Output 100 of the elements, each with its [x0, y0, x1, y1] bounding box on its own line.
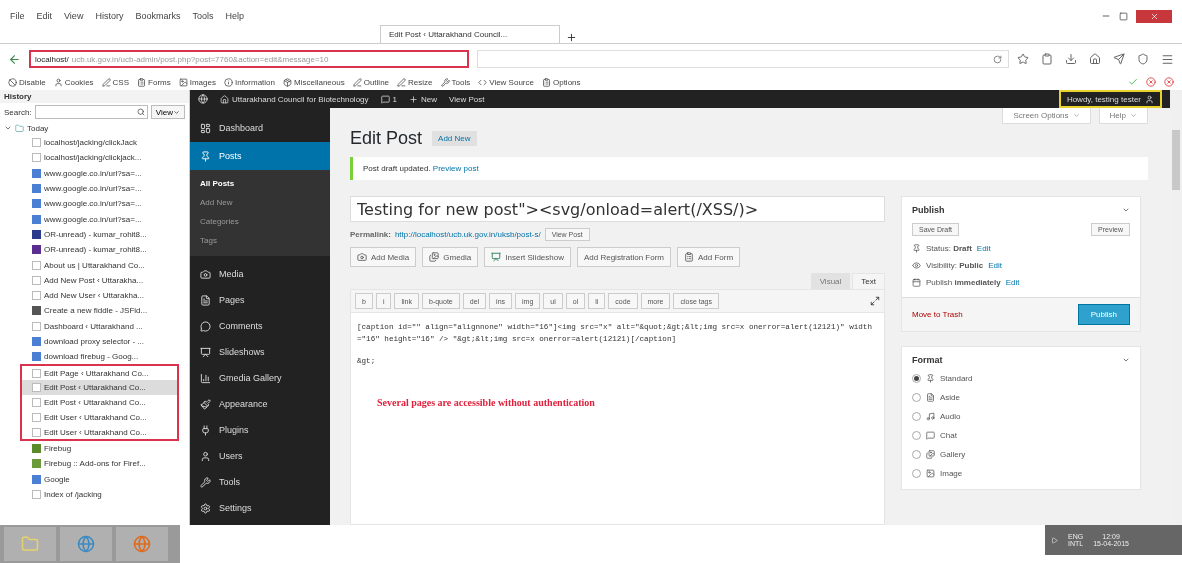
visited-page-link[interactable]: www.google.co.in/url?sa=...: [20, 211, 179, 227]
editor-tab[interactable]: Text: [852, 273, 885, 289]
visited-page-link[interactable]: OR-unread) - kumar_rohit8...: [20, 242, 179, 258]
view-button[interactable]: View: [150, 105, 185, 119]
screen-options-tab[interactable]: Screen Options: [1002, 108, 1091, 124]
browser-tab[interactable]: Edit Post ‹ Uttarakhand Council...: [380, 25, 560, 43]
subnav-item[interactable]: Add New: [190, 193, 330, 212]
media-button[interactable]: Add Form: [677, 247, 741, 267]
edit-link[interactable]: Edit: [976, 244, 991, 253]
close-button[interactable]: [1136, 9, 1172, 23]
menu-item[interactable]: Bookmarks: [135, 11, 181, 21]
shield-icon[interactable]: [1137, 53, 1149, 65]
subnav-item[interactable]: Tags: [190, 231, 330, 250]
subnav-item[interactable]: All Posts: [190, 174, 330, 193]
visited-page-link[interactable]: www.google.co.in/url?sa=...: [20, 165, 179, 181]
menu-item[interactable]: Edit: [36, 11, 53, 21]
maximize-icon[interactable]: [1119, 11, 1128, 21]
nav-item[interactable]: Tools: [190, 470, 330, 494]
edit-link[interactable]: Edit: [1005, 278, 1020, 287]
toolbar-menu[interactable]: CSS: [101, 77, 130, 87]
preview-link[interactable]: Preview post: [432, 164, 479, 173]
expanded-icon[interactable]: [4, 124, 12, 132]
visited-page-link[interactable]: localhost/jacking/clickJack: [20, 135, 179, 151]
address-field[interactable]: localhost/ ucb.uk.gov.in/ucb-admin/post.php?post=7760&action=edit&message=10: [29, 50, 469, 68]
menu-item[interactable]: Tools: [192, 11, 214, 21]
nav-item[interactable]: Slideshows: [190, 340, 330, 364]
visited-page-link[interactable]: OR-unread) - kumar_rohit8...: [20, 226, 179, 243]
media-button[interactable]: Gmedia: [422, 247, 479, 267]
fullscreen-icon[interactable]: [870, 296, 880, 306]
editor-tab[interactable]: Visual: [810, 273, 851, 289]
visited-page-link[interactable]: About us | Uttarakhand Co...: [20, 257, 179, 273]
permalink-link[interactable]: http://localhost/ucb.uk.gov.in/uksb/post-s/: [394, 230, 541, 239]
visited-page-link[interactable]: Edit User ‹ Uttarakhand Co...: [20, 410, 179, 426]
nav-item[interactable]: Posts: [190, 142, 330, 170]
nav-item[interactable]: Gmedia Gallery: [190, 366, 330, 390]
toggle-icon[interactable]: [1122, 356, 1130, 364]
nav-item[interactable]: Plugins: [190, 418, 330, 442]
date-group[interactable]: Today: [27, 123, 49, 133]
subnav-item[interactable]: Categories: [190, 212, 330, 231]
toolbar-menu[interactable]: Options: [541, 77, 581, 87]
reload-icon[interactable]: [993, 54, 1002, 64]
visited-page-link[interactable]: Add New Post ‹ Uttarakha...: [20, 272, 179, 288]
visited-page-link[interactable]: Create a new fiddle - JSFid...: [20, 303, 179, 319]
visited-page-link[interactable]: www.google.co.in/url?sa=...: [20, 180, 179, 197]
text-editor[interactable]: [350, 313, 885, 525]
toolbar-menu[interactable]: Forms: [137, 77, 171, 87]
toolbar-menu[interactable]: Disable: [8, 77, 46, 87]
visited-page-link[interactable]: download firebug - Goog...: [20, 349, 179, 365]
send-icon[interactable]: [1113, 53, 1125, 65]
toolbar-menu[interactable]: View Source: [478, 77, 534, 87]
visited-page-link[interactable]: Edit Post ‹ Uttarakhand Co...: [20, 379, 179, 396]
visited-page-link[interactable]: Edit Post ‹ Uttarakhand Co...: [20, 395, 179, 411]
account-menu[interactable]: Howdy, testing tester: [1058, 90, 1162, 108]
menu-item[interactable]: Help: [225, 11, 244, 21]
menu-icon[interactable]: [1161, 52, 1174, 66]
menu-item[interactable]: History: [95, 11, 124, 21]
search-field[interactable]: [34, 105, 148, 119]
visited-page-link[interactable]: download proxy selector - ...: [20, 333, 179, 350]
visited-page-link[interactable]: Firebug :: Add-ons for Firef...: [20, 456, 179, 472]
new-link[interactable]: New: [409, 94, 437, 104]
title-field[interactable]: Testing for new post"><svg/onload=alert(/XSS/)>: [350, 196, 885, 222]
expand-icon[interactable]: [1051, 536, 1058, 544]
toolbar-menu[interactable]: Tools: [440, 77, 471, 87]
menu-item[interactable]: View: [64, 11, 84, 21]
nav-item[interactable]: Pages: [190, 288, 330, 312]
new-tab-icon[interactable]: [566, 32, 577, 43]
download-icon[interactable]: [1065, 53, 1077, 65]
media-button[interactable]: Add Media: [350, 247, 417, 267]
edit-link[interactable]: Edit: [988, 261, 1003, 270]
nav-item[interactable]: Appearance: [190, 392, 330, 416]
logo-icon[interactable]: [198, 94, 208, 104]
star-icon[interactable]: [1017, 53, 1029, 65]
radio-button[interactable]: [912, 374, 921, 383]
visited-page-link[interactable]: localhost/jacking/clickjack...: [20, 150, 179, 166]
nav-item[interactable]: Media: [190, 262, 330, 286]
add-new-button[interactable]: Add New: [432, 131, 477, 146]
visited-page-link[interactable]: www.google.co.in/url?sa=...: [20, 196, 179, 212]
nav-item[interactable]: Comments: [190, 314, 330, 338]
view-post-link[interactable]: View Post: [449, 94, 485, 104]
toggle-icon[interactable]: [1122, 206, 1130, 214]
visited-page-link[interactable]: Edit User ‹ Uttarakhand Co...: [20, 425, 179, 441]
clipboard-icon[interactable]: [1041, 53, 1053, 65]
site-link[interactable]: Uttarakhand Council for Biotechnology: [220, 94, 369, 104]
comments-link[interactable]: 1: [380, 94, 397, 104]
toolbar-menu[interactable]: Images: [178, 77, 216, 87]
back-icon[interactable]: [8, 52, 21, 66]
visited-page-link[interactable]: Firebug: [20, 440, 179, 457]
visited-page-link[interactable]: Google: [20, 471, 179, 487]
nav-item[interactable]: Users: [190, 444, 330, 468]
visited-page-link[interactable]: Dashboard ‹ Uttarakhand ...: [20, 318, 179, 334]
toolbar-menu[interactable]: Outline: [352, 77, 390, 87]
media-button[interactable]: Insert Slideshow: [484, 247, 571, 267]
nav-item[interactable]: Settings: [190, 496, 330, 520]
toolbar-menu[interactable]: Miscellaneous: [283, 77, 345, 87]
taskbar-button[interactable]: [60, 527, 112, 561]
home-icon[interactable]: [1089, 53, 1101, 65]
toolbar-menu[interactable]: Resize: [397, 77, 433, 87]
media-button[interactable]: Add Registration Form: [576, 247, 671, 267]
toolbar-menu[interactable]: Information: [223, 77, 275, 87]
nav-item[interactable]: Dashboard: [190, 116, 330, 140]
